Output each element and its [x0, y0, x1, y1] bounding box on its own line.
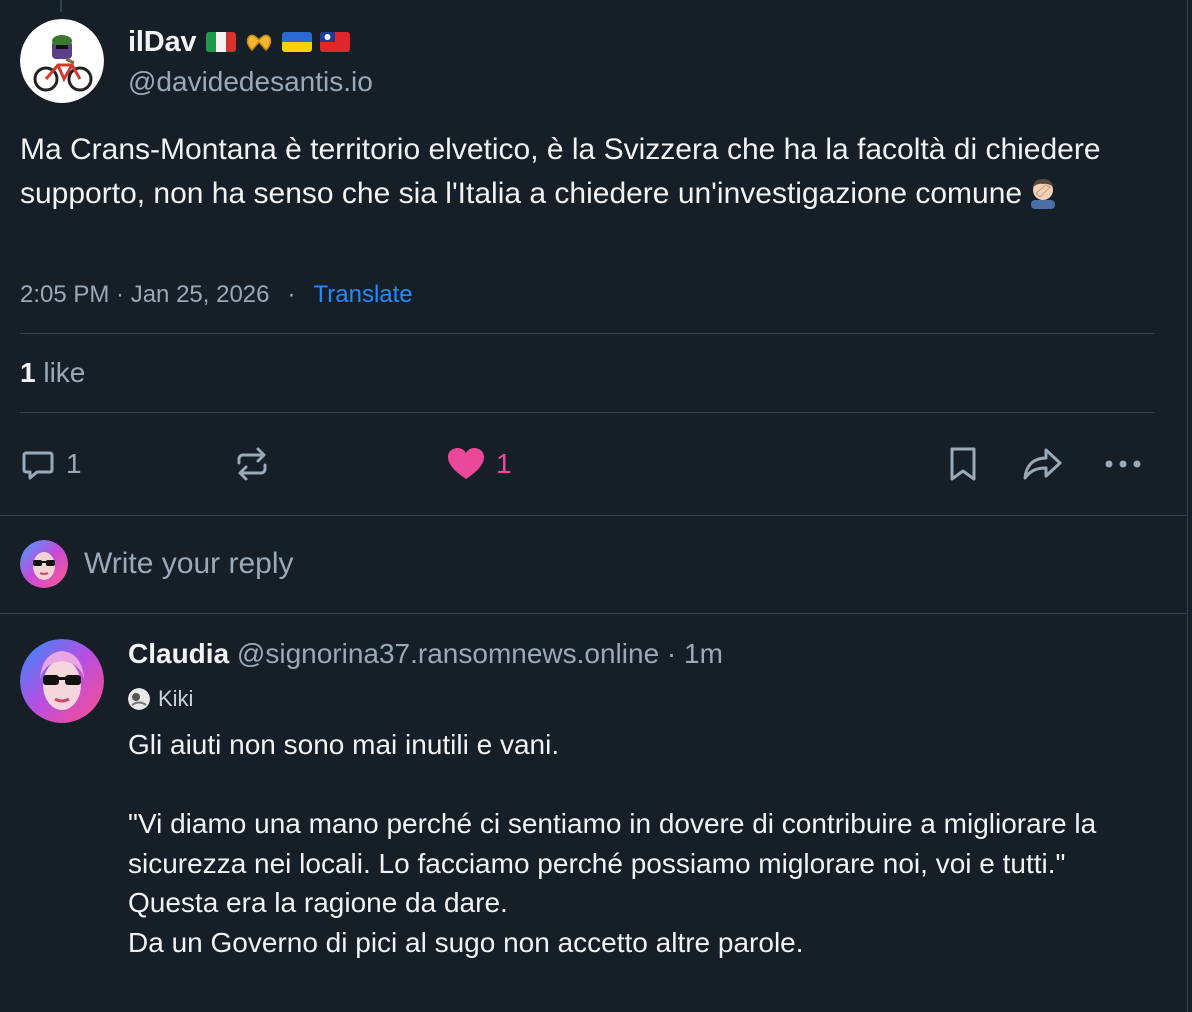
reply-line: Da un Governo di pici al sugo non accett…	[128, 926, 804, 958]
reply-line: Gli aiuti non sono mai inutili e vani.	[128, 729, 560, 760]
reply-label[interactable]: Kiki	[128, 686, 193, 712]
repost-button[interactable]	[233, 444, 271, 484]
likes-summary[interactable]: 1 like	[20, 357, 85, 389]
reply-body: Gli aiuti non sono mai inutili e vani. "…	[128, 725, 1168, 962]
reply-icon	[20, 446, 56, 482]
thread-line	[60, 0, 62, 12]
post-actions: 1 1	[0, 440, 1188, 486]
reply-line: Questa era la ragione da dare.	[128, 887, 508, 918]
share-icon	[1022, 446, 1064, 482]
translate-link[interactable]: Translate	[314, 281, 413, 309]
reply-author-meta[interactable]: @signorina37.ransomnews.online · 1m	[237, 638, 723, 669]
likes-count: 1	[20, 357, 36, 388]
meta-separator: ·	[287, 281, 296, 308]
reply-author-name[interactable]: Claudia	[128, 638, 229, 669]
more-options-button[interactable]	[1103, 444, 1143, 484]
current-user-avatar	[20, 540, 68, 588]
reply-header: Claudia @signorina37.ransomnews.online ·…	[128, 638, 723, 670]
labeler-icon	[128, 688, 150, 710]
bookmark-icon	[946, 445, 980, 483]
flag-ukraine-icon	[282, 32, 313, 52]
flag-taiwan-icon	[320, 32, 351, 52]
divider	[20, 333, 1155, 334]
man-facepalming-icon	[1026, 175, 1060, 209]
like-count: 1	[496, 448, 512, 479]
post-meta: 2:05 PM · Jan 25, 2026 · Translate	[20, 281, 413, 309]
divider	[0, 613, 1188, 614]
author-handle[interactable]: @davidedesantis.io	[128, 66, 373, 98]
flag-italy-icon	[206, 32, 237, 52]
share-button[interactable]	[1022, 444, 1064, 484]
reply-input-placeholder[interactable]: Write your reply	[84, 547, 294, 581]
post-header: ilDav @davidedesantis.io	[20, 19, 373, 103]
repost-icon	[233, 446, 271, 482]
reply-author-avatar[interactable]	[20, 639, 104, 723]
reply-count: 1	[66, 448, 82, 479]
more-icon	[1103, 446, 1143, 482]
reply-blank-line	[128, 765, 1168, 805]
heart-hands-icon	[244, 32, 274, 52]
post-timestamp: 2:05 PM · Jan 25, 2026	[20, 281, 270, 308]
author-avatar[interactable]	[20, 19, 104, 103]
post-text: Ma Crans-Montana è territorio elvetico, …	[20, 133, 1101, 210]
label-text: Kiki	[158, 686, 194, 711]
divider	[0, 515, 1188, 516]
reply-button[interactable]: 1	[20, 444, 82, 484]
post-body: Ma Crans-Montana è territorio elvetico, …	[20, 128, 1170, 216]
reply-line: "Vi diamo una mano perché ci sentiamo in…	[128, 808, 1097, 879]
divider	[20, 412, 1155, 413]
thread-view: ilDav @davidedesantis.io Ma Crans-Montan…	[0, 0, 1188, 1012]
author-display-name[interactable]: ilDav	[128, 26, 197, 59]
bookmark-button[interactable]	[946, 444, 980, 484]
likes-label: like	[43, 357, 86, 388]
heart-icon	[446, 446, 486, 482]
like-button[interactable]: 1	[446, 444, 512, 484]
reply-composer[interactable]: Write your reply	[20, 540, 294, 588]
